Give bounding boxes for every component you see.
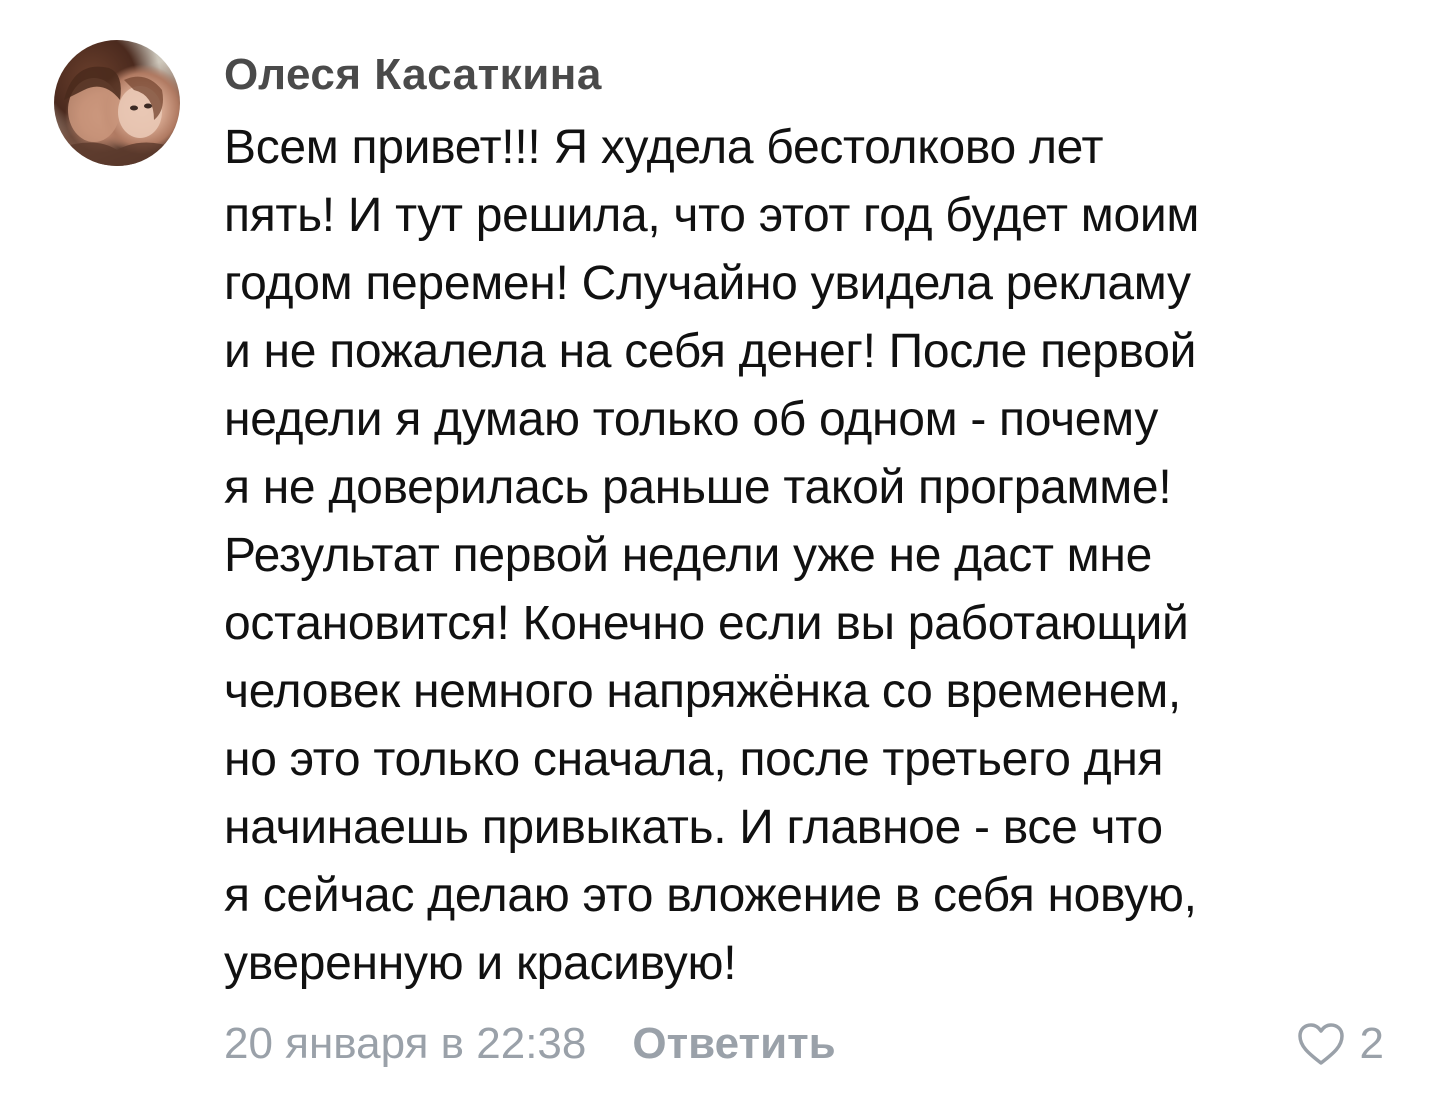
comment-date: 20 января в 22:38 [224, 1019, 587, 1068]
avatar[interactable] [54, 40, 180, 166]
like-button[interactable]: 2 [1296, 1014, 1384, 1074]
reply-button[interactable]: Ответить [632, 1019, 835, 1069]
comment-body: Олеся Касаткина Всем привет!!! Я худела … [224, 48, 1344, 998]
author-name[interactable]: Олеся Касаткина [224, 48, 1344, 102]
avatar-photo [54, 66, 180, 166]
heart-outline-icon [1296, 1021, 1346, 1067]
comment-footer: 20 января в 22:38 Ответить 2 [224, 1014, 1384, 1074]
comment-text: Всем привет!!! Я худела бестолково лет п… [224, 121, 1200, 990]
like-count: 2 [1359, 1019, 1384, 1068]
comment: Олеся Касаткина Всем привет!!! Я худела … [0, 0, 1436, 1115]
